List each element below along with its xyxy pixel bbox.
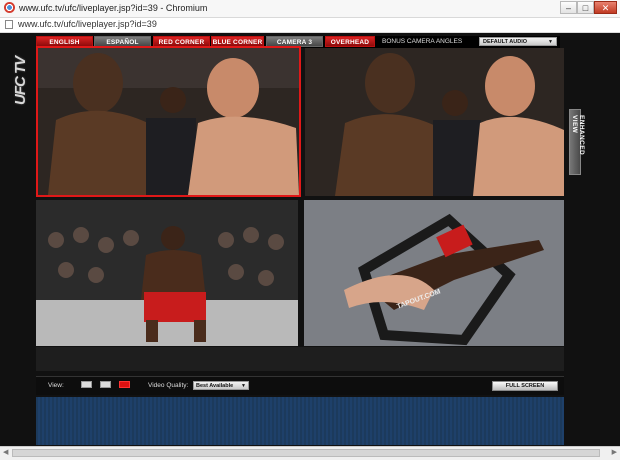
view-grid-button[interactable] (81, 381, 92, 388)
video-quality-select[interactable]: Best Available ▼ (193, 381, 249, 390)
video-quality-label: Video Quality: (148, 382, 189, 389)
scroll-right-icon[interactable]: ▶ (612, 448, 617, 456)
chevron-down-icon: ▼ (548, 39, 553, 45)
address-bar[interactable]: www.ufc.tv/ufc/liveplayer.jsp?id=39 (0, 18, 620, 33)
audio-select[interactable]: DEFAULT AUDIO ▼ (479, 37, 557, 46)
view-single-button[interactable] (100, 381, 111, 388)
tab-overhead[interactable]: OVERHEAD (325, 36, 375, 47)
player-page: UFC TV ENGLISH ESPAÑOL RED CORNER BLUE C… (0, 33, 620, 459)
chevron-down-icon: ▼ (241, 383, 246, 389)
minimize-button[interactable]: – (560, 1, 577, 14)
view-label: View: (48, 382, 64, 389)
maximize-button[interactable]: □ (577, 1, 594, 14)
player-controls-bar: View: Video Quality: Best Available ▼ FU… (36, 376, 564, 395)
horizontal-scrollbar[interactable]: ◀ ▶ (0, 446, 620, 460)
video-overhead-cam[interactable]: TAPOUT.COM (304, 200, 564, 346)
page-icon (5, 20, 13, 29)
video-main-feed[interactable] (36, 46, 301, 197)
bonus-camera-label: BONUS CAMERA ANGLES (382, 38, 463, 45)
enhanced-view-label: ENHANCED VIEW (571, 115, 585, 156)
blue-panel (36, 397, 564, 445)
video-red-corner-cam[interactable] (36, 200, 298, 346)
view-quad-button[interactable] (119, 381, 130, 388)
url-text[interactable]: www.ufc.tv/ufc/liveplayer.jsp?id=39 (18, 19, 157, 29)
scroll-left-icon[interactable]: ◀ (3, 448, 8, 456)
enhanced-view-tab[interactable]: ENHANCED VIEW (569, 109, 585, 175)
video-bottom-strip (36, 347, 564, 371)
ufc-tv-logo: UFC TV (12, 56, 29, 105)
close-button[interactable]: ✕ (594, 1, 617, 14)
window-title: www.ufc.tv/ufc/liveplayer.jsp?id=39 - Ch… (19, 3, 208, 13)
audio-select-value: DEFAULT AUDIO (483, 39, 527, 45)
video-quality-value: Best Available (196, 383, 234, 389)
scrollbar-thumb[interactable] (12, 449, 600, 457)
video-camera-3[interactable] (305, 48, 564, 196)
window-titlebar: www.ufc.tv/ufc/liveplayer.jsp?id=39 - Ch… (0, 0, 620, 18)
fullscreen-button[interactable]: FULL SCREEN (492, 381, 558, 391)
chromium-icon (4, 2, 15, 13)
